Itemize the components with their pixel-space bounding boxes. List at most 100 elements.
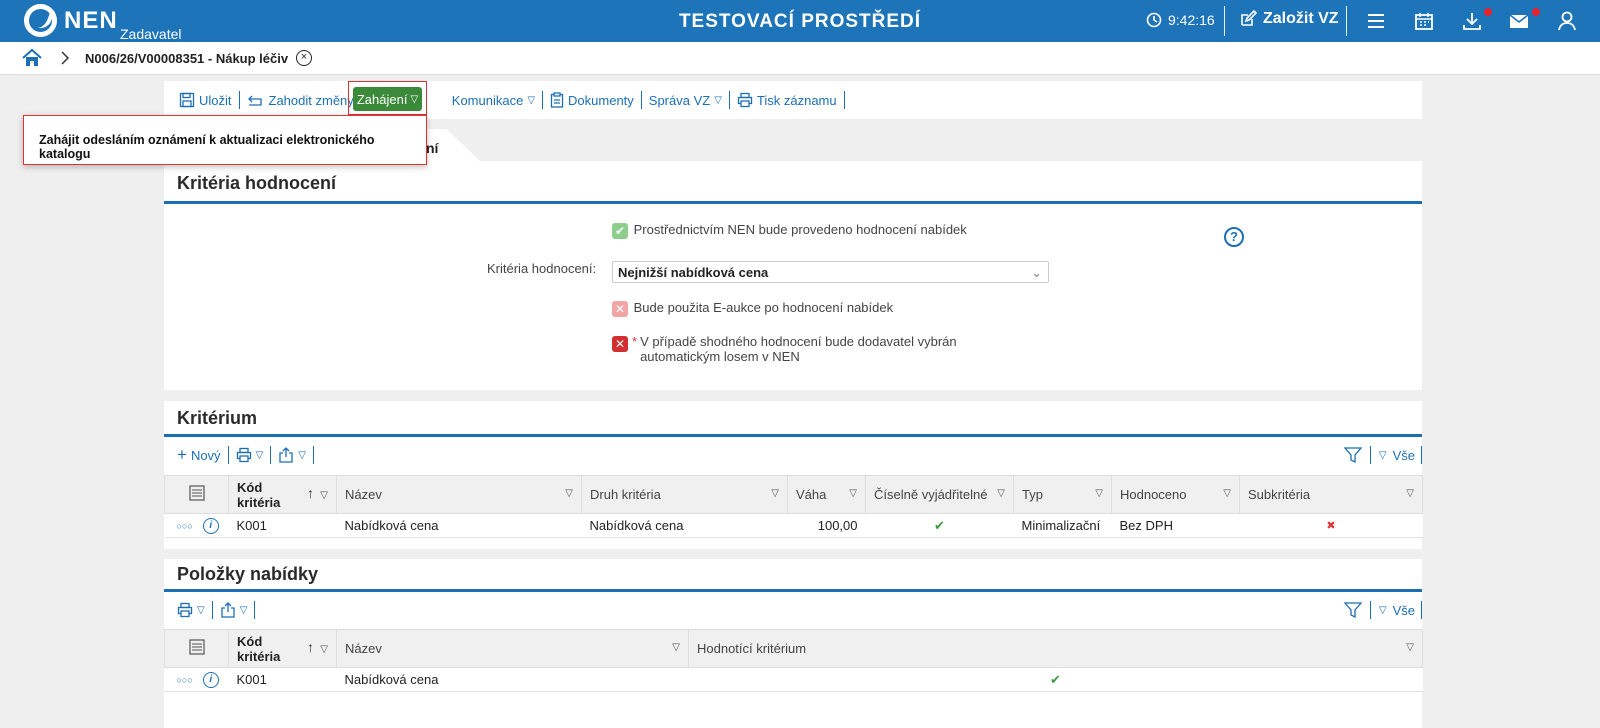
start-button[interactable]: Zahájení ▽ (353, 87, 422, 111)
cell-code: K001 (228, 667, 337, 692)
edit-icon (1241, 10, 1257, 26)
chevron-down-icon: ▽ (1223, 488, 1231, 499)
cell-type: Minimalizační (1013, 513, 1112, 538)
col-header-name[interactable]: Název ▽ (336, 629, 689, 668)
grid-filter-controls: ▽ Vše (1343, 601, 1422, 619)
nen-evaluation-row: ✔ Prostřednictvím NEN bude provedeno hod… (612, 222, 967, 239)
communication-menu[interactable]: Komunikace ▽ (445, 89, 542, 111)
row-actions: ○○○ i (164, 667, 229, 692)
chevron-down-icon: ▽ (1095, 488, 1103, 499)
logo-icon (24, 4, 57, 37)
documents-button[interactable]: Dokumenty (543, 89, 641, 111)
chevron-down-icon: ▽ (320, 490, 328, 501)
chevron-down-icon: ▽ (298, 449, 306, 461)
user-icon[interactable] (1556, 10, 1578, 32)
calendar-icon[interactable] (1413, 10, 1435, 32)
logo-subtitle: Zadavatel (120, 26, 182, 42)
required-mark: * (632, 334, 638, 349)
divider (312, 446, 314, 464)
export-menu[interactable]: ▽ (213, 602, 255, 618)
clock-icon (1146, 12, 1162, 28)
home-icon[interactable] (22, 49, 42, 67)
col-header-label: Subkritéria (1248, 487, 1311, 502)
breadcrumb: N006/26/V00008351 - Nákup léčiv × (0, 42, 1600, 75)
col-header-numeric[interactable]: Číselně vyjádřitelné ▽ (865, 475, 1014, 514)
save-button[interactable]: Uložit (172, 89, 239, 111)
panel-rule (164, 589, 1422, 592)
cell-name: Nabídková cena (336, 513, 582, 538)
col-header-sub[interactable]: Subkritéria ▽ (1239, 475, 1423, 514)
close-record-icon[interactable]: × (296, 50, 312, 66)
mail-icon[interactable] (1508, 10, 1530, 32)
chevron-down-icon: ▽ (320, 644, 328, 655)
menu-icon[interactable] (1365, 10, 1387, 32)
col-header-label: Váha (796, 487, 827, 502)
new-label: Nový (190, 447, 221, 463)
col-header-evaluated[interactable]: Hodnoceno ▽ (1111, 475, 1240, 514)
col-header-weight[interactable]: Váha ▽ (787, 475, 866, 514)
print-menu[interactable]: ▽ (170, 602, 212, 618)
filter-icon[interactable] (1343, 601, 1362, 619)
create-vz-button[interactable]: Založit VZ (1239, 10, 1339, 28)
col-header-name[interactable]: Název ▽ (336, 475, 582, 514)
more-icon[interactable]: ○○○ (177, 675, 193, 685)
print-record-button[interactable]: Tisk záznamu (730, 89, 844, 111)
chevron-down-icon: ▽ (672, 642, 680, 653)
sort-asc-icon: ↑ (307, 485, 314, 501)
download-icon[interactable] (1461, 10, 1483, 32)
checkbox-checked-icon[interactable]: ✔ (612, 222, 628, 239)
nen-evaluation-label: Prostřednictvím NEN bude provedeno hodno… (633, 222, 967, 237)
column-settings-header[interactable] (164, 475, 229, 514)
col-header-code[interactable]: Kód kritéria ↑ ▽ (228, 475, 337, 514)
checkbox-unchecked-icon[interactable]: ✕ (612, 336, 628, 352)
session-clock: 9:42:16 (1146, 12, 1215, 28)
tie-label: V případě shodného hodnocení bude dodava… (640, 334, 957, 364)
chevron-down-icon: ▽ (410, 93, 419, 105)
chevron-down-icon: ▽ (255, 449, 264, 461)
chevron-down-icon: ▽ (1378, 604, 1387, 616)
help-icon[interactable]: ? (1224, 227, 1244, 247)
discard-changes-button[interactable]: Zahodit změny (240, 89, 361, 111)
criteria-select[interactable]: Nejnižší nabídková cena ⌄ (612, 261, 1049, 283)
all-filter-label[interactable]: Vše (1393, 603, 1415, 618)
col-header-label: Kód kritéria (237, 479, 281, 510)
all-filter-label[interactable]: Vše (1393, 448, 1415, 463)
print-menu[interactable]: ▽ (229, 447, 271, 463)
more-icon[interactable]: ○○○ (177, 521, 193, 531)
col-header-code[interactable]: Kód kritéria ↑ ▽ (228, 629, 337, 668)
checkbox-unchecked-icon[interactable]: ✕ (612, 300, 628, 317)
col-header-label: Hodnotící kritérium (697, 641, 807, 656)
start-button-highlight: Zahájení ▽ (348, 81, 427, 115)
col-header-label: Kód kritéria (237, 633, 281, 664)
col-header-criterion[interactable]: Hodnotící kritérium ▽ (688, 629, 1423, 668)
filter-icon[interactable] (1343, 446, 1362, 464)
new-button[interactable]: + Nový (170, 445, 228, 465)
printer-icon (177, 602, 193, 618)
cell-kind: Nabídková cena (581, 513, 788, 538)
export-menu[interactable]: ▽ (271, 447, 313, 463)
offer-items-table: Kód kritéria ↑ ▽ Název ▽ Hodnotící kritériu… (164, 629, 1423, 692)
table-row[interactable]: ○○○ i K001 Nabídková cena Nabídková cena … (164, 513, 1423, 538)
divider (1369, 601, 1371, 619)
table-row[interactable]: ○○○ i K001 Nabídková cena ✔ (164, 667, 1423, 692)
divider (1369, 446, 1371, 464)
environment-title: TESTOVACÍ PROSTŘEDÍ (678, 11, 922, 32)
discard-changes-label: Zahodit změny (268, 92, 354, 108)
communication-label: Komunikace (451, 92, 524, 108)
column-settings-header[interactable] (164, 629, 229, 668)
logo-text: NEN (64, 7, 118, 34)
panel-title: Položky nabídky (177, 564, 319, 584)
tooltip-text: Zahájit odesláním oznámení k aktualizaci… (39, 133, 375, 161)
tab-partial-label: ní (426, 140, 439, 156)
divider (1421, 446, 1422, 464)
breadcrumb-record[interactable]: N006/26/V00008351 - Nákup léčiv (85, 51, 288, 66)
info-icon[interactable]: i (202, 517, 219, 534)
management-menu[interactable]: Správa VZ ▽ (642, 89, 729, 111)
cell-sub-cross-icon: ✖ (1239, 513, 1423, 538)
col-header-kind[interactable]: Druh kritéria ▽ (581, 475, 788, 514)
panel-title: Kritérium (177, 408, 258, 428)
clipboard-icon (550, 92, 564, 108)
info-icon[interactable]: i (202, 671, 219, 688)
col-header-type[interactable]: Typ ▽ (1013, 475, 1112, 514)
settings-icon (188, 639, 205, 655)
